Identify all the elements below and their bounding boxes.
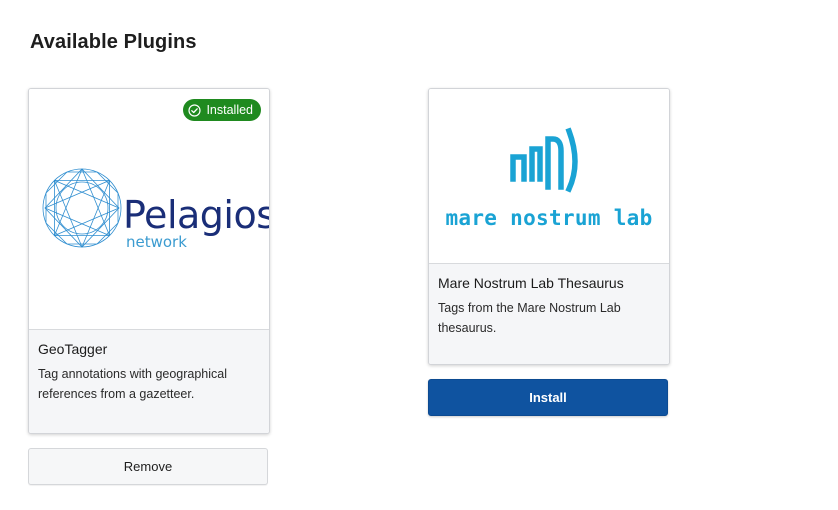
plugin-description: Tags from the Mare Nostrum Lab thesaurus… — [438, 301, 621, 335]
plugin-name: Mare Nostrum Lab Thesaurus — [438, 275, 624, 291]
install-button[interactable]: Install — [428, 379, 668, 416]
mnl-wordmark: mare nostrum lab — [445, 206, 653, 230]
plugin-geotagger: Installed Pelagios network GeoTagger Tag… — [28, 88, 270, 485]
geodesic-sphere-icon — [42, 168, 122, 248]
page-title: Available Plugins — [30, 31, 197, 53]
installed-badge: Installed — [183, 99, 261, 121]
signal-waves-icon — [510, 127, 578, 193]
check-circle-icon — [188, 103, 202, 117]
plugin-logo-area: Installed Pelagios network — [29, 89, 269, 330]
plugin-card[interactable]: mare nostrum lab Mare Nostrum Lab Thesau… — [428, 88, 670, 365]
plugin-logo-area: mare nostrum lab — [429, 89, 669, 264]
plugin-card[interactable]: Installed Pelagios network GeoTagger Tag… — [28, 88, 270, 434]
installed-badge-label: Installed — [206, 103, 253, 117]
plugin-info: GeoTagger Tag annotations with geographi… — [29, 330, 269, 433]
plugin-description: Tag annotations with geographical refere… — [38, 367, 228, 401]
plugin-mare-nostrum-lab: mare nostrum lab Mare Nostrum Lab Thesau… — [428, 88, 670, 416]
plugin-name: GeoTagger — [38, 341, 108, 357]
remove-button[interactable]: Remove — [28, 448, 268, 485]
pelagios-network-text: network — [126, 233, 187, 251]
pelagios-wordmark: Pelagios — [123, 193, 270, 237]
plugin-info: Mare Nostrum Lab Thesaurus Tags from the… — [429, 264, 669, 364]
